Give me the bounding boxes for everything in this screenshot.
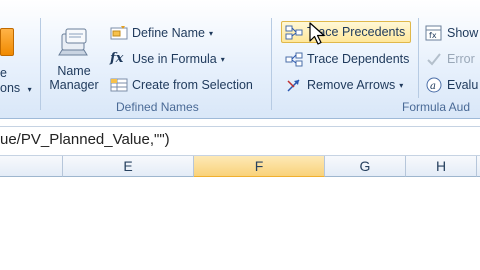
chevron-down-icon: ▾ [399,80,404,90]
create-from-selection-icon [110,76,128,94]
partial-left-button[interactable]: e ons ▾ [0,20,38,95]
evaluate-formula-button[interactable]: a Evalu [425,74,478,96]
chevron-down-icon: ▾ [208,28,213,38]
show-formulas-icon: fx [425,24,443,42]
remove-arrows-button[interactable]: Remove Arrows ▾ [285,74,403,96]
fx-icon: fx [110,51,124,66]
error-checking-icon [425,50,443,68]
trace-precedents-button[interactable]: Trace Precedents [281,21,411,43]
evaluate-formula-icon: a [425,76,443,94]
formula-text[interactable]: ue/PV_Planned_Value,"") [0,131,170,148]
column-header-g[interactable]: G [325,156,406,177]
define-name-button[interactable]: Define Name ▾ [110,22,213,44]
trace-precedents-icon [285,23,303,41]
chevron-down-icon: ▾ [27,85,32,94]
group-separator [271,18,272,110]
trace-dependents-button[interactable]: Trace Dependents [285,48,409,70]
ribbon: e ons ▾ Name Manager Define Name ▾ fx Us… [0,0,480,119]
create-from-selection-button[interactable]: Create from Selection [110,74,253,96]
define-name-label: Define Name [132,26,205,40]
group-separator [40,18,41,110]
column-header-f[interactable]: F [194,156,325,177]
column-header-h[interactable]: H [406,156,477,177]
mouse-cursor-icon [309,22,325,45]
name-manager-line2: Manager [49,78,99,92]
create-from-selection-label: Create from Selection [132,78,253,92]
partial-left-line2: ons [0,81,21,95]
worksheet-grid[interactable] [0,177,480,270]
formula-auditing-group-label: Formula Aud [402,100,471,114]
show-formulas-label: Show [447,26,479,40]
trace-dependents-label: Trace Dependents [307,52,410,66]
name-manager-icon [58,28,88,56]
error-checking-button[interactable]: Error [425,48,475,70]
svg-text:fx: fx [429,31,437,40]
trace-dependents-icon [285,50,303,68]
name-manager-button[interactable]: Name Manager [44,22,104,98]
defined-names-group-label: Defined Names [116,100,199,114]
group-separator [418,18,419,98]
evaluate-formula-label: Evalu [447,78,479,92]
formula-bar[interactable]: ue/PV_Planned_Value,"") [0,126,480,156]
use-in-formula-label: Use in Formula [132,52,217,66]
column-header[interactable] [0,156,63,177]
orange-icon [0,28,14,56]
remove-arrows-label: Remove Arrows [307,78,396,92]
column-header-e[interactable]: E [63,156,194,177]
use-in-formula-button[interactable]: fx Use in Formula ▾ [110,48,225,70]
define-name-icon [110,24,128,42]
chevron-down-icon: ▾ [220,54,225,64]
name-manager-line1: Name [57,64,91,78]
partial-left-line1: e [0,66,7,80]
show-formulas-button[interactable]: fx Show [425,22,478,44]
error-checking-label: Error [447,52,475,66]
svg-text:a: a [430,81,436,92]
remove-arrows-icon [285,76,303,94]
